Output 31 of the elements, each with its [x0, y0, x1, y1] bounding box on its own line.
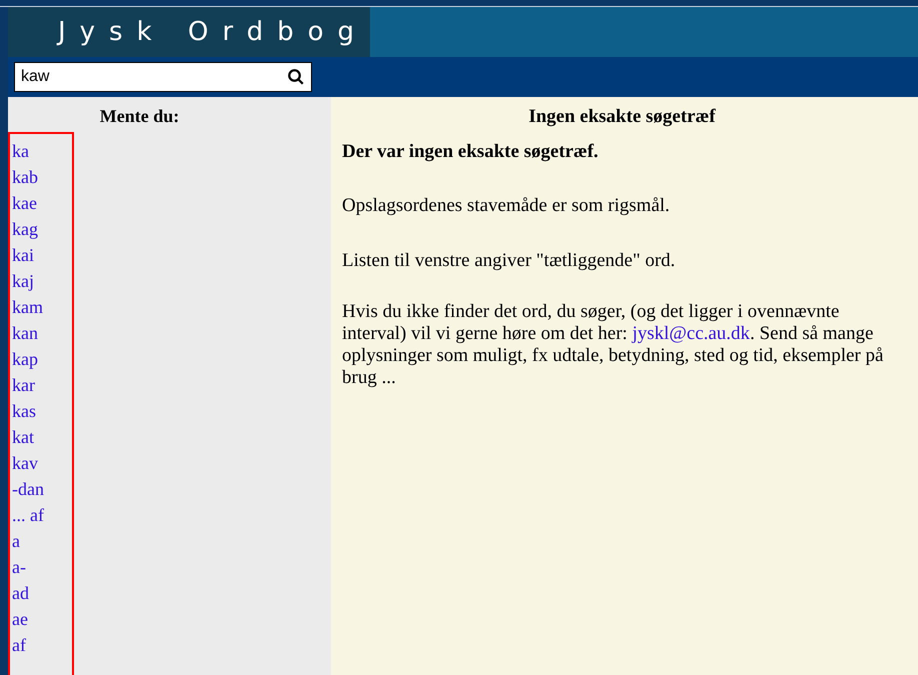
suggestion-link[interactable]: kas: [12, 398, 36, 424]
suggestion-link[interactable]: kar: [12, 372, 35, 398]
suggestion-link[interactable]: kam: [12, 294, 43, 320]
suggestion-link[interactable]: ... af: [12, 502, 44, 528]
contact-paragraph: Hvis du ikke finder det ord, du søger, (og det ligger i ovennævnte interval) vil vi gerne høre om det her: jyskl@cc.au.dk. Send så mange oplysninger som muligt, fx udtale, betydning, sted og tid, eksempler på brug ...: [342, 301, 884, 389]
suggestion-link[interactable]: -dan: [12, 476, 44, 502]
suggestion-link[interactable]: kae: [12, 190, 37, 216]
suggestion-link[interactable]: kat: [12, 424, 34, 450]
suggestion-link[interactable]: kab: [12, 164, 38, 190]
suggestion-link[interactable]: ae: [12, 606, 28, 632]
suggestion-link[interactable]: kai: [12, 242, 34, 268]
suggestions-heading: Mente du:: [98, 105, 180, 128]
suggestion-link[interactable]: kav: [12, 450, 38, 476]
result-message: Der var ingen eksakte søgetræf.: [342, 140, 600, 164]
suggestion-link[interactable]: a-: [12, 554, 26, 580]
search-icon[interactable]: [287, 68, 305, 86]
info-paragraph: Opslagsordenes stavemåde er som rigsmål.: [342, 194, 671, 218]
search-input[interactable]: kaw: [21, 65, 287, 89]
suggestion-link[interactable]: kan: [12, 320, 38, 346]
suggestion-link[interactable]: ka: [12, 138, 29, 164]
site-title: Jysk Ordbog: [58, 16, 368, 48]
suggestion-link[interactable]: kap: [12, 346, 38, 372]
email-link[interactable]: jyskl@cc.au.dk: [632, 323, 750, 344]
suggestion-link[interactable]: kag: [12, 216, 38, 242]
info-paragraph: Listen til venstre angiver "tætliggende" ord.: [342, 248, 676, 272]
result-heading: Ingen eksakte søgetræf: [528, 105, 717, 129]
suggestion-link[interactable]: af: [12, 632, 26, 658]
suggestion-link[interactable]: ad: [12, 580, 29, 606]
search-field[interactable]: kaw: [14, 62, 312, 92]
suggestion-link[interactable]: kaj: [12, 268, 34, 294]
suggestion-link[interactable]: a: [12, 528, 20, 554]
